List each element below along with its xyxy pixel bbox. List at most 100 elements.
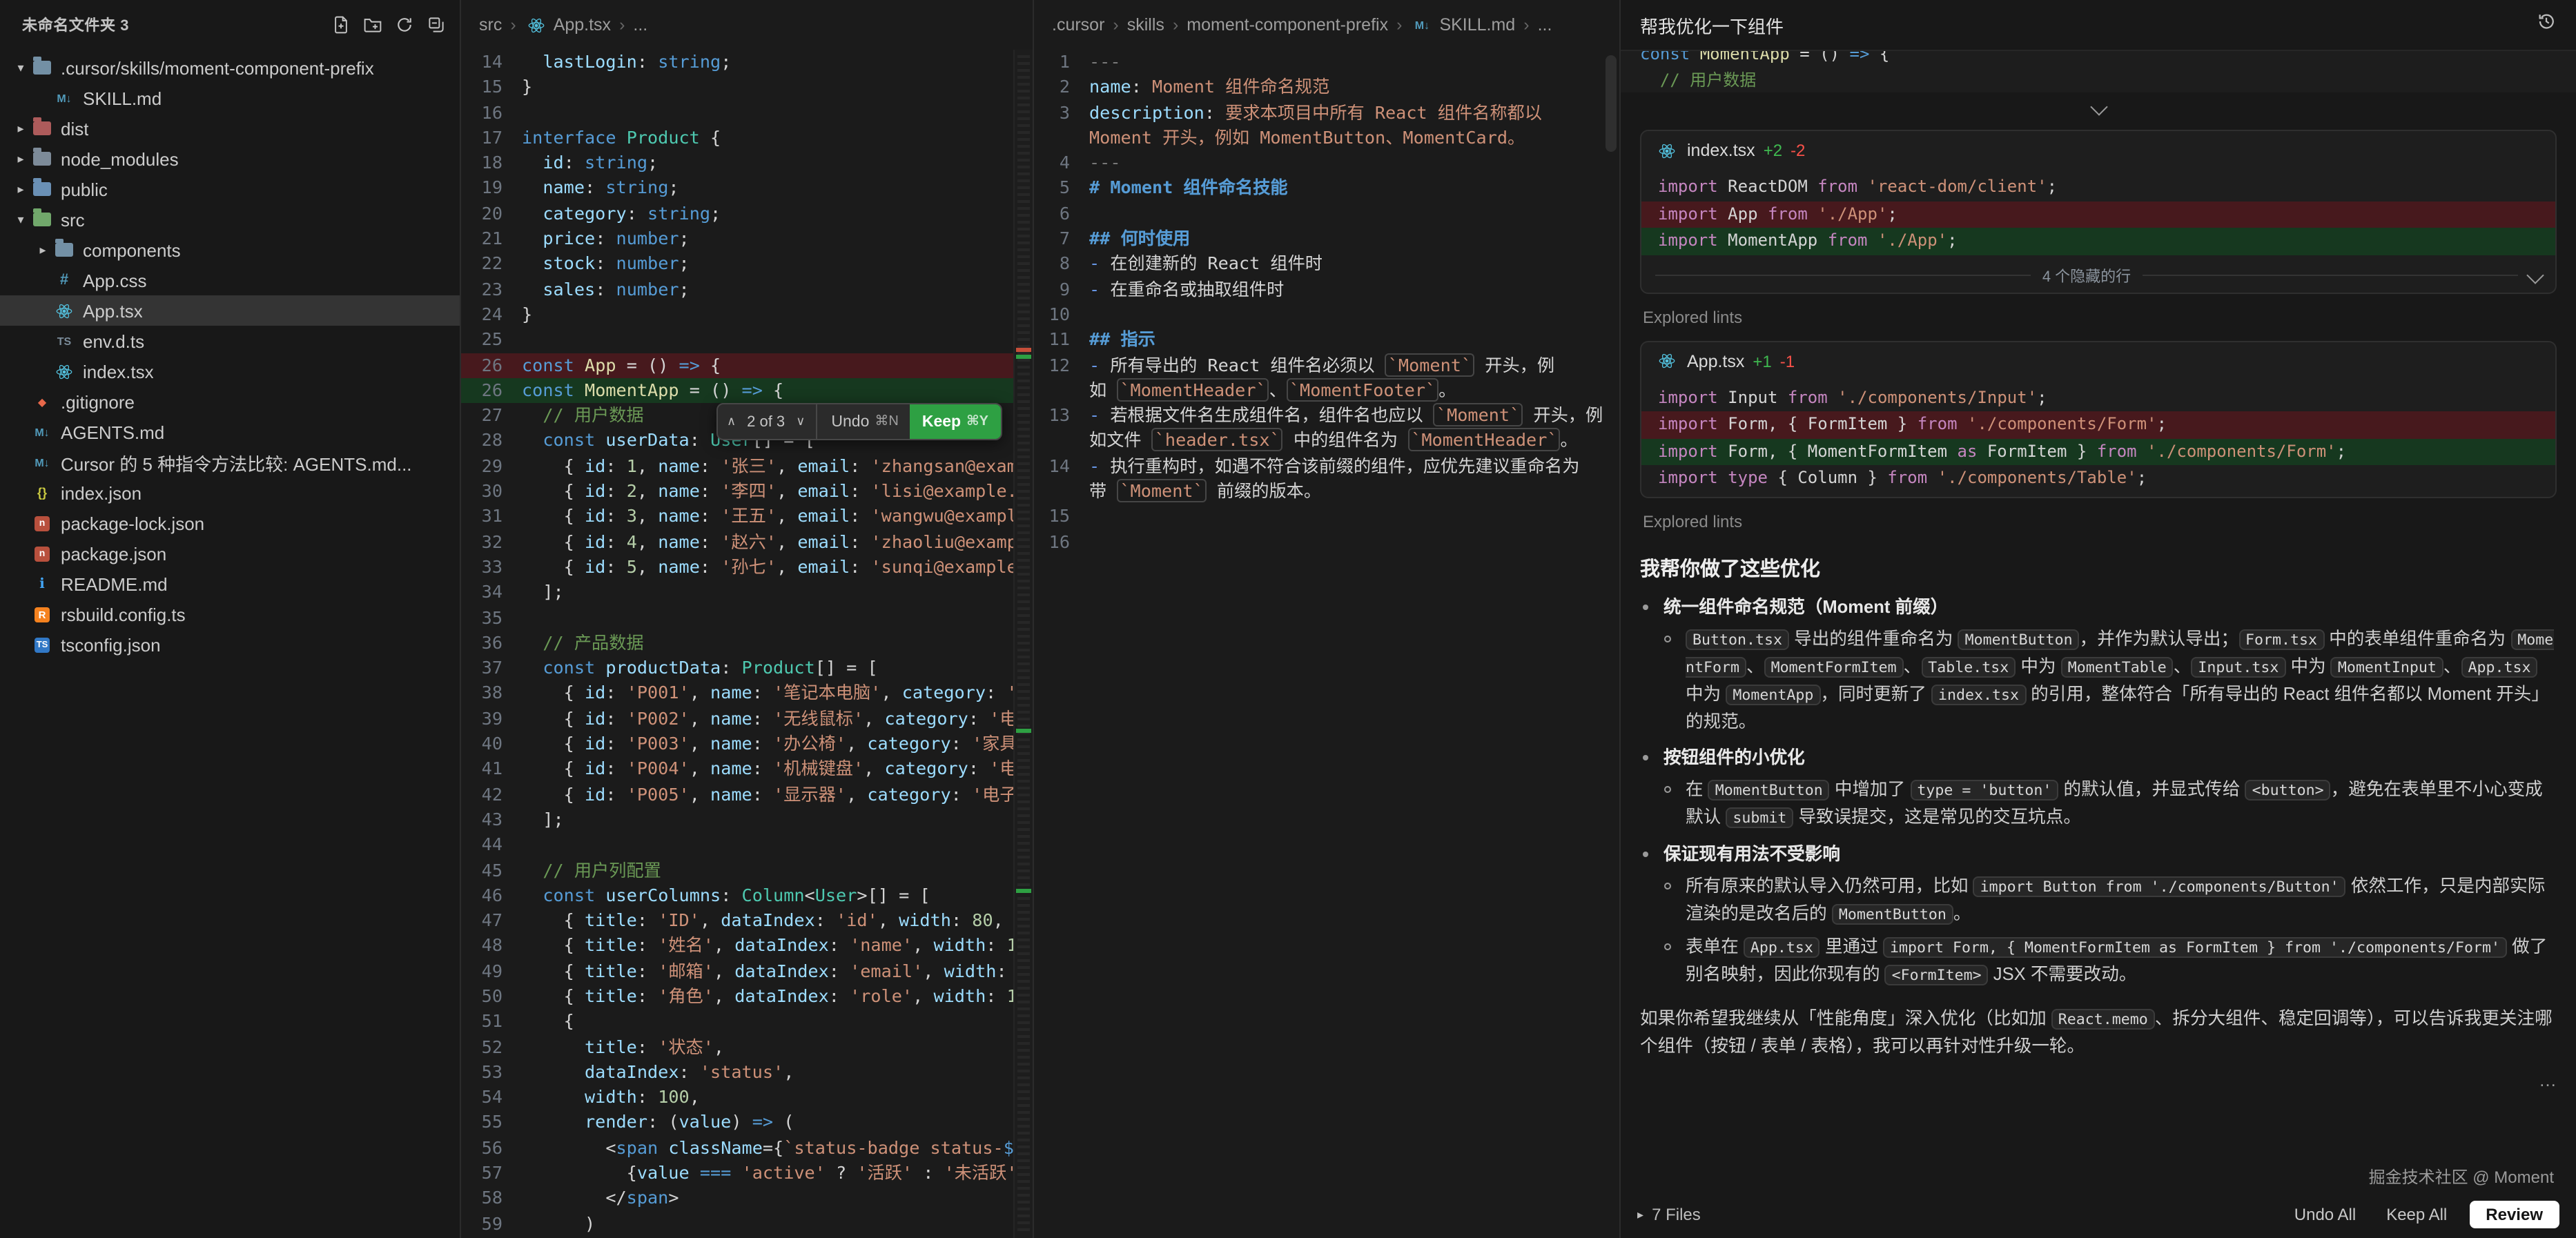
line-number: 42 — [461, 782, 522, 807]
collapse-all-icon[interactable] — [427, 15, 446, 35]
chevron-right-icon[interactable]: ▸ — [11, 121, 30, 136]
hidden-lines-expander[interactable]: 4 个隐藏的行 — [1641, 259, 2555, 292]
breadcrumb-item[interactable]: App.tsx — [525, 14, 611, 36]
text-segment: 中增加了 — [1830, 778, 1911, 798]
app-tsx-code-line: 35 — [461, 605, 1015, 631]
next-diff-button[interactable]: ∨ — [788, 414, 813, 429]
refresh-icon[interactable] — [395, 15, 414, 35]
tree-item[interactable]: ▾.cursor/skills/moment-component-prefix — [0, 52, 460, 83]
breadcrumb-item[interactable]: M↓SKILL.md — [1410, 14, 1515, 36]
code-area-app-tsx[interactable]: 14 lastLogin: string;15}1617interface Pr… — [461, 50, 1015, 1238]
chevron-right-icon[interactable]: ▸ — [11, 181, 30, 197]
tree-item[interactable]: ▸components — [0, 235, 460, 265]
tree-item[interactable]: ▾src — [0, 204, 460, 235]
chevron-right-icon[interactable]: ▸ — [11, 151, 30, 166]
diff-card-header[interactable]: index.tsx+2-2 — [1641, 131, 2555, 170]
code-area-skill-md[interactable]: 1---2name: Moment 组件命名规范3description: 要求… — [1034, 50, 1619, 1238]
keep-all-button[interactable]: Keep All — [2378, 1201, 2455, 1228]
code-token: : ( — [647, 1112, 679, 1132]
code-token: '姓名' — [658, 935, 714, 956]
code-token: } — [522, 77, 532, 97]
code-token: type — [1728, 468, 1768, 487]
breadcrumb-item[interactable]: ... — [633, 15, 647, 35]
new-file-icon[interactable] — [331, 15, 351, 35]
code-token — [574, 354, 585, 375]
diff-card-header[interactable]: App.tsx+1-1 — [1641, 342, 2555, 380]
code-token: , — [846, 783, 867, 804]
previous-diff-button[interactable]: ∧ — [719, 414, 744, 429]
breadcrumb-item[interactable]: src — [479, 15, 502, 35]
new-folder-icon[interactable] — [363, 15, 382, 35]
code-token: 'ID' — [658, 910, 700, 930]
tree-item[interactable]: ▸public — [0, 174, 460, 204]
editor-app-tsx[interactable]: src›App.tsx›... 14 lastLogin: string;15}… — [461, 0, 1034, 1238]
tree-item[interactable]: M↓Cursor 的 5 种指令方法比较: AGENTS.md... — [0, 447, 460, 478]
app-tsx-code-line: 58 </span> — [461, 1186, 1015, 1212]
tree-item[interactable]: M↓AGENTS.md — [0, 417, 460, 447]
code-token: from — [1887, 468, 1927, 487]
breadcrumb-item[interactable]: moment-component-prefix — [1187, 15, 1388, 35]
code-token: '邮箱' — [658, 960, 714, 981]
app-tsx-code-line: 25 — [461, 328, 1015, 353]
tree-item[interactable]: M↓SKILL.md — [0, 83, 460, 113]
tree-item[interactable]: ℹREADME.md — [0, 569, 460, 599]
chevron-down-icon[interactable]: ▾ — [11, 212, 30, 227]
undo-button[interactable]: Undo ⌘N — [820, 413, 909, 430]
code-token: 100 — [658, 1086, 690, 1107]
tree-item[interactable]: npackage.json — [0, 538, 460, 569]
tree-item[interactable]: ▸node_modules — [0, 144, 460, 174]
history-icon[interactable] — [2536, 11, 2557, 39]
tree-item-label: package-lock.json — [61, 513, 204, 533]
code-token — [1828, 387, 1837, 406]
code-token — [522, 177, 543, 198]
tree-item[interactable]: TStsconfig.json — [0, 629, 460, 660]
tree-item[interactable]: App.tsx — [0, 295, 460, 326]
chevron-down-icon[interactable]: ▾ — [11, 60, 30, 75]
code-token: Product — [627, 127, 700, 148]
files-expander[interactable]: ▸ 7 Files — [1637, 1205, 1701, 1224]
review-button[interactable]: Review — [2469, 1201, 2559, 1228]
text-segment: 表单在 — [1686, 935, 1744, 956]
scrollbar-thumb[interactable] — [1606, 55, 1617, 152]
chat-message-area[interactable]: const MomentApp = () => { // 用户数据index.t… — [1621, 51, 2576, 1162]
breadcrumb-item[interactable]: skills — [1127, 15, 1164, 35]
code-text: // 用户列配置 — [522, 858, 1015, 883]
code-token: 。 — [1438, 380, 1456, 400]
app-tsx-code-line: 56 <span className={`status-badge status… — [461, 1136, 1015, 1161]
line-number: 20 — [461, 202, 522, 227]
code-token: '电子产 — [972, 783, 1015, 804]
code-token: id — [585, 455, 605, 476]
undo-all-button[interactable]: Undo All — [2286, 1201, 2364, 1228]
tree-item[interactable]: ▸ dist — [0, 113, 460, 144]
code-text: { title: '角色', dataIndex: 'role', width:… — [522, 984, 1015, 1010]
skill-md-code-line: 如 `MomentHeader`、`MomentFooter`。 — [1034, 378, 1619, 404]
code-token — [1927, 468, 1937, 487]
line-number: 27 — [461, 403, 522, 429]
tree-item[interactable]: TSenv.d.ts — [0, 326, 460, 356]
code-token: from — [1828, 230, 1868, 250]
breadcrumb-item[interactable]: ... — [1538, 15, 1552, 35]
tree-item[interactable]: npackage-lock.json — [0, 508, 460, 538]
keep-button[interactable]: Keep ⌘Y — [910, 404, 1001, 439]
code-token: : — [637, 960, 658, 981]
code-token — [522, 51, 543, 72]
tree-item-label: dist — [61, 118, 88, 139]
expand-diff-button[interactable] — [1640, 92, 2557, 116]
line-number: 15 — [461, 75, 522, 101]
tree-item[interactable]: ◆.gitignore — [0, 386, 460, 417]
tree-item[interactable]: {}index.json — [0, 478, 460, 508]
code-text: 如 `MomentHeader`、`MomentFooter`。 — [1089, 378, 1619, 404]
code-token: : — [595, 253, 616, 274]
editor-skill-md[interactable]: .cursor›skills›moment-component-prefix›M… — [1034, 0, 1621, 1238]
tree-item[interactable]: Rrsbuild.config.ts — [0, 599, 460, 629]
breadcrumb-item[interactable]: .cursor — [1052, 15, 1104, 35]
code-text: { id: 1, name: '张三', email: 'zhangsan@ex… — [522, 454, 1015, 480]
message-more-button[interactable]: … — [1640, 1069, 2557, 1090]
code-token: ## 何时使用 — [1089, 228, 1190, 248]
sub-list-item: 所有原来的默认导入仍然可用，比如 import Button from './c… — [1686, 872, 2557, 927]
minimap[interactable] — [1013, 50, 1033, 1238]
tree-item[interactable]: #App.css — [0, 265, 460, 295]
package-icon: n — [35, 546, 50, 561]
tree-item[interactable]: index.tsx — [0, 356, 460, 386]
chevron-right-icon[interactable]: ▸ — [33, 242, 52, 257]
